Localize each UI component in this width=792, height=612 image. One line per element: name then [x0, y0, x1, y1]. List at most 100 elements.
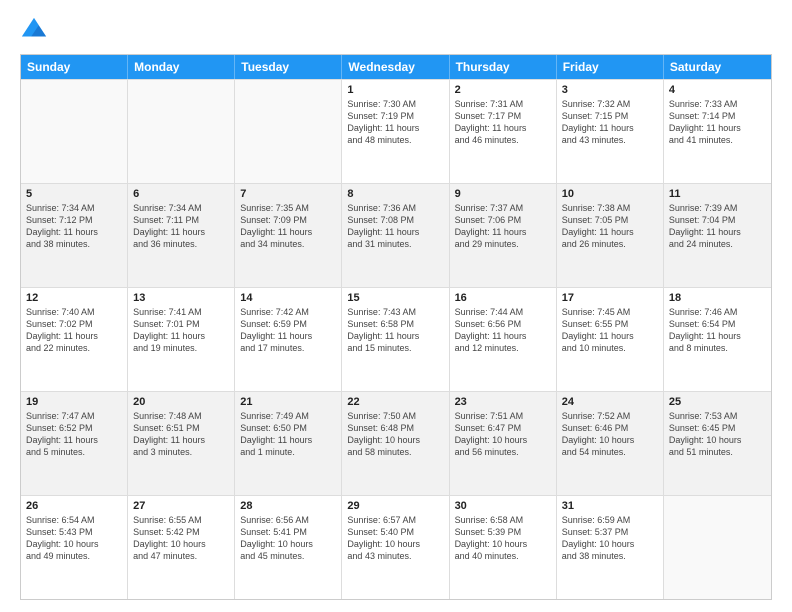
day-cell-30: 30 Sunrise: 6:58 AM Sunset: 5:39 PM Dayli…: [450, 496, 557, 599]
day-number: 5: [26, 188, 122, 200]
day-cell-13: 13 Sunrise: 7:41 AM Sunset: 7:01 PM Dayli…: [128, 288, 235, 391]
day-info: Sunrise: 7:47 AM Sunset: 6:52 PM Dayligh…: [26, 410, 122, 459]
day-number: 28: [240, 500, 336, 512]
day-number: 21: [240, 396, 336, 408]
day-number: 11: [669, 188, 766, 200]
empty-cell: [21, 80, 128, 183]
day-info: Sunrise: 7:46 AM Sunset: 6:54 PM Dayligh…: [669, 306, 766, 355]
day-cell-28: 28Sunrise: 6:56 AM Sunset: 5:41 PM Dayli…: [235, 496, 342, 599]
day-info: Sunrise: 7:35 AM Sunset: 7:09 PM Dayligh…: [240, 202, 336, 251]
day-info: Sunrise: 7:34 AM Sunset: 7:11 PM Dayligh…: [133, 202, 229, 251]
header-day-friday: Friday: [557, 55, 664, 79]
calendar-header: SundayMondayTuesdayWednesdayThursdayFrid…: [21, 55, 771, 79]
day-cell-12: 12 Sunrise: 7:40 AM Sunset: 7:02 PM Dayli…: [21, 288, 128, 391]
day-info: Sunrise: 6:57 AM Sunset: 5:40 PM Dayligh…: [347, 514, 443, 563]
day-number: 9: [455, 188, 551, 200]
day-number: 20: [133, 396, 229, 408]
day-info: Sunrise: 6:59 AM Sunset: 5:37 PM Dayligh…: [562, 514, 658, 563]
header-day-sunday: Sunday: [21, 55, 128, 79]
day-info: Sunrise: 6:58 AM Sunset: 5:39 PM Dayligh…: [455, 514, 551, 563]
day-info: Sunrise: 7:43 AM Sunset: 6:58 PM Dayligh…: [347, 306, 443, 355]
day-number: 1: [347, 84, 443, 96]
calendar-row-1: 1 Sunrise: 7:30 AM Sunset: 7:19 PM Daylig…: [21, 79, 771, 183]
day-number: 7: [240, 188, 336, 200]
day-number: 26: [26, 500, 122, 512]
day-cell-29: 29 Sunrise: 6:57 AM Sunset: 5:40 PM Dayli…: [342, 496, 449, 599]
day-info: Sunrise: 7:39 AM Sunset: 7:04 PM Dayligh…: [669, 202, 766, 251]
day-number: 17: [562, 292, 658, 304]
day-info: Sunrise: 7:42 AM Sunset: 6:59 PM Dayligh…: [240, 306, 336, 355]
calendar: SundayMondayTuesdayWednesdayThursdayFrid…: [20, 54, 772, 600]
day-info: Sunrise: 7:40 AM Sunset: 7:02 PM Dayligh…: [26, 306, 122, 355]
page: SundayMondayTuesdayWednesdayThursdayFrid…: [0, 0, 792, 612]
day-cell-6: 6 Sunrise: 7:34 AM Sunset: 7:11 PM Daylig…: [128, 184, 235, 287]
day-cell-31: 31 Sunrise: 6:59 AM Sunset: 5:37 PM Dayli…: [557, 496, 664, 599]
day-info: Sunrise: 7:51 AM Sunset: 6:47 PM Dayligh…: [455, 410, 551, 459]
day-cell-25: 25Sunrise: 7:53 AM Sunset: 6:45 PM Dayli…: [664, 392, 771, 495]
header-day-tuesday: Tuesday: [235, 55, 342, 79]
header-day-thursday: Thursday: [450, 55, 557, 79]
day-cell-15: 15Sunrise: 7:43 AM Sunset: 6:58 PM Dayli…: [342, 288, 449, 391]
day-number: 16: [455, 292, 551, 304]
logo: [20, 16, 52, 44]
day-cell-22: 22Sunrise: 7:50 AM Sunset: 6:48 PM Dayli…: [342, 392, 449, 495]
day-cell-11: 11 Sunrise: 7:39 AM Sunset: 7:04 PM Dayli…: [664, 184, 771, 287]
day-info: Sunrise: 7:32 AM Sunset: 7:15 PM Dayligh…: [562, 98, 658, 147]
empty-cell: [235, 80, 342, 183]
day-cell-21: 21Sunrise: 7:49 AM Sunset: 6:50 PM Dayli…: [235, 392, 342, 495]
day-cell-1: 1 Sunrise: 7:30 AM Sunset: 7:19 PM Daylig…: [342, 80, 449, 183]
day-cell-27: 27 Sunrise: 6:55 AM Sunset: 5:42 PM Dayli…: [128, 496, 235, 599]
day-number: 27: [133, 500, 229, 512]
day-info: Sunrise: 6:54 AM Sunset: 5:43 PM Dayligh…: [26, 514, 122, 563]
day-cell-10: 10 Sunrise: 7:38 AM Sunset: 7:05 PM Dayli…: [557, 184, 664, 287]
day-number: 8: [347, 188, 443, 200]
day-number: 2: [455, 84, 551, 96]
day-number: 6: [133, 188, 229, 200]
day-cell-26: 26 Sunrise: 6:54 AM Sunset: 5:43 PM Dayli…: [21, 496, 128, 599]
header-day-saturday: Saturday: [664, 55, 771, 79]
day-cell-3: 3 Sunrise: 7:32 AM Sunset: 7:15 PM Daylig…: [557, 80, 664, 183]
day-info: Sunrise: 6:55 AM Sunset: 5:42 PM Dayligh…: [133, 514, 229, 563]
day-number: 12: [26, 292, 122, 304]
day-number: 29: [347, 500, 443, 512]
header: [20, 16, 772, 44]
day-cell-8: 8Sunrise: 7:36 AM Sunset: 7:08 PM Daylig…: [342, 184, 449, 287]
day-cell-17: 17 Sunrise: 7:45 AM Sunset: 6:55 PM Dayli…: [557, 288, 664, 391]
day-number: 13: [133, 292, 229, 304]
day-info: Sunrise: 7:30 AM Sunset: 7:19 PM Dayligh…: [347, 98, 443, 147]
day-cell-20: 20Sunrise: 7:48 AM Sunset: 6:51 PM Dayli…: [128, 392, 235, 495]
day-info: Sunrise: 7:38 AM Sunset: 7:05 PM Dayligh…: [562, 202, 658, 251]
header-day-wednesday: Wednesday: [342, 55, 449, 79]
day-info: Sunrise: 7:52 AM Sunset: 6:46 PM Dayligh…: [562, 410, 658, 459]
day-cell-14: 14 Sunrise: 7:42 AM Sunset: 6:59 PM Dayli…: [235, 288, 342, 391]
empty-cell: [664, 496, 771, 599]
day-number: 30: [455, 500, 551, 512]
day-number: 31: [562, 500, 658, 512]
day-info: Sunrise: 7:41 AM Sunset: 7:01 PM Dayligh…: [133, 306, 229, 355]
day-number: 22: [347, 396, 443, 408]
day-info: Sunrise: 7:44 AM Sunset: 6:56 PM Dayligh…: [455, 306, 551, 355]
day-info: Sunrise: 7:45 AM Sunset: 6:55 PM Dayligh…: [562, 306, 658, 355]
day-number: 3: [562, 84, 658, 96]
day-cell-24: 24Sunrise: 7:52 AM Sunset: 6:46 PM Dayli…: [557, 392, 664, 495]
calendar-row-4: 19 Sunrise: 7:47 AM Sunset: 6:52 PM Dayli…: [21, 391, 771, 495]
day-number: 19: [26, 396, 122, 408]
day-info: Sunrise: 7:37 AM Sunset: 7:06 PM Dayligh…: [455, 202, 551, 251]
day-cell-5: 5 Sunrise: 7:34 AM Sunset: 7:12 PM Daylig…: [21, 184, 128, 287]
day-number: 23: [455, 396, 551, 408]
day-cell-4: 4Sunrise: 7:33 AM Sunset: 7:14 PM Daylig…: [664, 80, 771, 183]
day-info: Sunrise: 7:31 AM Sunset: 7:17 PM Dayligh…: [455, 98, 551, 147]
calendar-body: 1 Sunrise: 7:30 AM Sunset: 7:19 PM Daylig…: [21, 79, 771, 599]
day-number: 10: [562, 188, 658, 200]
day-cell-16: 16 Sunrise: 7:44 AM Sunset: 6:56 PM Dayli…: [450, 288, 557, 391]
day-cell-23: 23 Sunrise: 7:51 AM Sunset: 6:47 PM Dayli…: [450, 392, 557, 495]
day-number: 4: [669, 84, 766, 96]
calendar-row-3: 12 Sunrise: 7:40 AM Sunset: 7:02 PM Dayli…: [21, 287, 771, 391]
day-number: 14: [240, 292, 336, 304]
logo-icon: [20, 16, 48, 44]
calendar-row-2: 5 Sunrise: 7:34 AM Sunset: 7:12 PM Daylig…: [21, 183, 771, 287]
day-info: Sunrise: 7:34 AM Sunset: 7:12 PM Dayligh…: [26, 202, 122, 251]
calendar-row-5: 26 Sunrise: 6:54 AM Sunset: 5:43 PM Dayli…: [21, 495, 771, 599]
header-day-monday: Monday: [128, 55, 235, 79]
day-cell-19: 19 Sunrise: 7:47 AM Sunset: 6:52 PM Dayli…: [21, 392, 128, 495]
